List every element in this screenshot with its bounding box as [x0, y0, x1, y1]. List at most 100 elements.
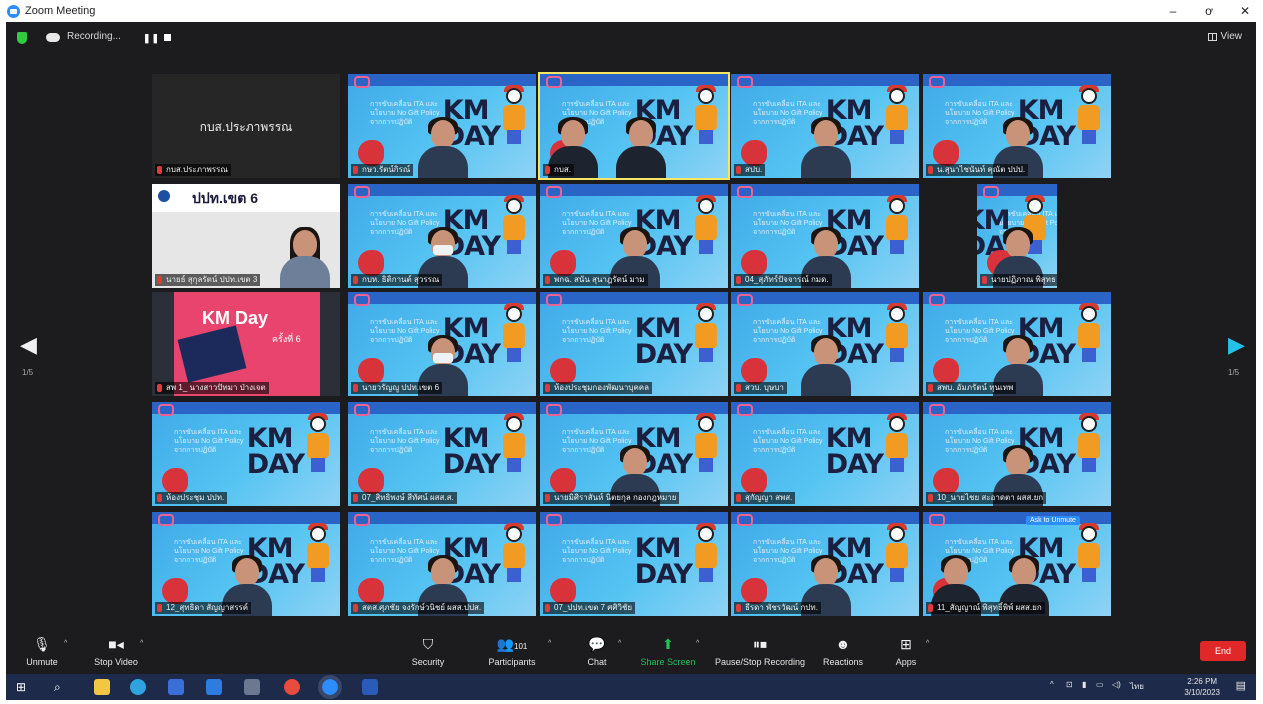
- tray-app-icon[interactable]: ⊡: [1066, 680, 1073, 689]
- store-icon[interactable]: [168, 679, 184, 695]
- muted-mic-icon: [157, 494, 162, 502]
- muted-mic-icon: [157, 384, 162, 392]
- security-label: Security: [411, 657, 445, 667]
- word-icon[interactable]: [362, 679, 378, 695]
- chat-button[interactable]: 💬 Chat: [582, 636, 612, 667]
- participant-tile[interactable]: การขับเคลื่อน ITA และนโยบาย No Gift Poli…: [540, 184, 728, 288]
- participant-tile[interactable]: การขับเคลื่อน ITA และนโยบาย No Gift Poli…: [348, 292, 536, 396]
- participants-label: Participants: [488, 657, 536, 667]
- windows-start-icon[interactable]: ⊞: [16, 679, 32, 695]
- participant-tile[interactable]: การขับเคลื่อน ITA และนโยบาย No Gift Poli…: [923, 402, 1111, 506]
- mascot-graphic: [883, 413, 911, 476]
- participant-tile[interactable]: การขับเคลื่อน ITA และนโยบาย No Gift Poli…: [348, 74, 536, 178]
- stop-recording-icon[interactable]: [164, 34, 171, 41]
- tray-usb-icon[interactable]: ▮: [1082, 680, 1086, 689]
- chrome-browser-icon[interactable]: [284, 679, 300, 695]
- notifications-icon[interactable]: ▤: [1236, 679, 1246, 692]
- ask-to-unmute-button[interactable]: Ask to Unmute: [1026, 516, 1080, 525]
- close-button[interactable]: ✕: [1227, 0, 1263, 22]
- foam-hand-graphic: [550, 358, 576, 384]
- foam-hand-graphic: [933, 468, 959, 494]
- poster-top-strip: [977, 184, 1057, 198]
- participant-tile[interactable]: การขับเคลื่อน ITA และนโยบาย No Gift Poli…: [348, 402, 536, 506]
- search-icon[interactable]: ⌕: [54, 679, 70, 695]
- mascot-graphic: [500, 85, 528, 148]
- poster-km-day-text: KMDAY: [634, 533, 693, 590]
- next-page-arrow-icon[interactable]: ▶: [1228, 332, 1245, 358]
- app-cube-icon[interactable]: [244, 679, 260, 695]
- participant-tile[interactable]: การขับเคลื่อน ITA และนโยบาย No Gift Poli…: [540, 402, 728, 506]
- participant-tile[interactable]: การขับเคลื่อน ITA และนโยบาย No Gift Poli…: [538, 72, 730, 180]
- participant-tile[interactable]: การขับเคลื่อน ITA และนโยบาย No Gift Poli…: [731, 184, 919, 288]
- window-title: Zoom Meeting: [25, 5, 96, 17]
- muted-mic-icon: [353, 166, 358, 174]
- network-icon[interactable]: ▭: [1096, 680, 1104, 689]
- security-shield-icon[interactable]: [17, 32, 27, 44]
- participant-tile[interactable]: การขับเคลื่อน ITA และนโยบาย No Gift Poli…: [923, 292, 1111, 396]
- edge-browser-icon[interactable]: [130, 679, 146, 695]
- security-button[interactable]: ⛉ Security: [408, 636, 448, 667]
- file-explorer-icon[interactable]: [94, 679, 110, 695]
- participant-tile[interactable]: การขับเคลื่อน ITA และนโยบาย No Gift Poli…: [923, 74, 1111, 178]
- muted-mic-icon: [545, 604, 550, 612]
- reactions-emoji-icon: ☻: [835, 636, 851, 652]
- mail-icon[interactable]: [206, 679, 222, 695]
- participant-tile[interactable]: ปปท.เขต 6 นายธ์ สุกุลรัตน์ ปปท.เขต 3: [152, 184, 340, 288]
- participants-options-caret-icon[interactable]: ^: [548, 640, 551, 647]
- share-options-caret-icon[interactable]: ^: [696, 640, 699, 647]
- participant-tile[interactable]: การขับเคลื่อน ITA และนโยบาย No Gift Poli…: [540, 292, 728, 396]
- pause-stop-recording-label: Pause/Stop Recording: [714, 657, 806, 667]
- participant-tile[interactable]: การขับเคลื่อน ITA และนโยบาย No Gift Poli…: [731, 292, 919, 396]
- mascot-graphic: [304, 523, 332, 586]
- muted-mic-icon: [928, 384, 933, 392]
- unmute-button[interactable]: 🎙 Unmute: [20, 636, 64, 667]
- taskbar-clock[interactable]: 2:26 PM 3/10/2023: [1184, 676, 1220, 698]
- view-button[interactable]: View: [1207, 31, 1242, 42]
- participant-name-tag: นายวรัญญู ปปท.เขต 6: [351, 382, 443, 394]
- participant-name-tag: สวบ. บุษบา: [734, 382, 787, 394]
- audio-options-caret-icon[interactable]: ^: [64, 640, 67, 647]
- participant-tile[interactable]: การขับเคลื่อน ITA และนโยบาย No Gift Poli…: [540, 512, 728, 616]
- participant-name-tag: 12_สุทธิดา สัญญาสรรค์: [155, 602, 252, 614]
- participant-name-tag: กบส.: [543, 164, 575, 176]
- apps-options-caret-icon[interactable]: ^: [926, 640, 929, 647]
- participant-tile[interactable]: การขับเคลื่อน ITA และนโยบาย No Gift Poli…: [731, 402, 919, 506]
- muted-mic-icon: [928, 166, 933, 174]
- participant-tile[interactable]: การขับเคลื่อน ITA และนโยบาย No Gift Poli…: [731, 74, 919, 178]
- tray-overflow-icon[interactable]: ^: [1050, 680, 1054, 689]
- meeting-toolbar: 🎙 Unmute ^ ■◂ Stop Video ^ ⛉ Security 👥1…: [6, 628, 1256, 674]
- stop-video-button[interactable]: ■◂ Stop Video: [88, 636, 144, 667]
- participant-tile[interactable]: การขับเคลื่อน ITA และนโยบาย No Gift Poli…: [923, 512, 1111, 616]
- pause-stop-icon: ⏸⏹: [753, 636, 767, 652]
- minimize-button[interactable]: –: [1155, 0, 1191, 22]
- chat-options-caret-icon[interactable]: ^: [618, 640, 621, 647]
- video-options-caret-icon[interactable]: ^: [140, 640, 143, 647]
- participant-name-tag: 10_นายไชย สะอาดตา ผสส.ยก: [926, 492, 1047, 504]
- muted-mic-icon: [157, 604, 162, 612]
- previous-page-arrow-icon[interactable]: ◀: [20, 332, 37, 358]
- participant-tile[interactable]: การขับเคลื่อน ITA และนโยบาย No Gift Poli…: [731, 512, 919, 616]
- participant-tile[interactable]: การขับเคลื่อน ITA และนโยบาย No Gift Poli…: [348, 184, 536, 288]
- pause-recording-icon[interactable]: ❚❚: [143, 33, 160, 44]
- poster-caption: การขับเคลื่อน ITA และนโยบาย No Gift Poli…: [753, 429, 823, 454]
- foam-hand-graphic: [550, 468, 576, 494]
- reactions-button[interactable]: ☻ Reactions: [818, 636, 868, 667]
- participant-tile[interactable]: การขับเคลื่อน ITA และนโยบาย No Gift Poli…: [152, 402, 340, 506]
- participants-button[interactable]: 👥101 Participants: [484, 636, 540, 667]
- participant-tile[interactable]: KM Day ครั้งที่ 6 สพ 1_ นางสาวปัทมา ป่างเจ…: [152, 292, 340, 396]
- pause-stop-recording-button[interactable]: ⏸⏹ Pause/Stop Recording: [712, 636, 808, 667]
- volume-icon[interactable]: ◁): [1112, 680, 1121, 689]
- participant-video: [801, 117, 851, 178]
- zoom-taskbar-icon[interactable]: [318, 675, 342, 699]
- participant-tile[interactable]: กบส.ประภาพรรณ กบส.ประภาพรรณ: [152, 74, 340, 178]
- language-indicator[interactable]: ไทย: [1130, 680, 1144, 693]
- apps-button[interactable]: ⊞ Apps: [888, 636, 924, 667]
- mascot-graphic: [500, 523, 528, 586]
- participant-tile[interactable]: การขับเคลื่อน ITA และนโยบาย No Gift Poli…: [977, 184, 1057, 288]
- share-screen-button[interactable]: ⬆ Share Screen: [638, 636, 698, 667]
- participant-tile[interactable]: การขับเคลื่อน ITA และนโยบาย No Gift Poli…: [152, 512, 340, 616]
- end-meeting-button[interactable]: End: [1200, 641, 1246, 661]
- maximize-button[interactable]: ơ: [1191, 0, 1227, 22]
- participant-tile[interactable]: การขับเคลื่อน ITA และนโยบาย No Gift Poli…: [348, 512, 536, 616]
- muted-mic-icon: [736, 494, 741, 502]
